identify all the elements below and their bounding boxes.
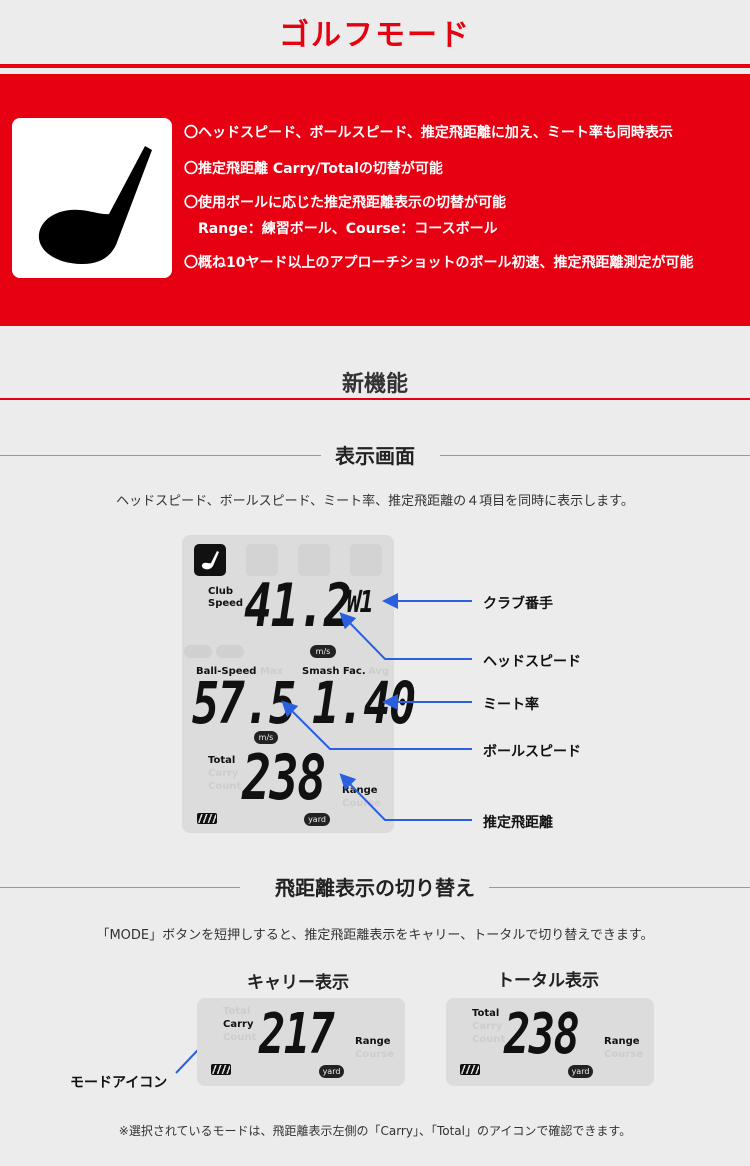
callout-distance: 推定飛距離	[483, 815, 553, 831]
battery-icon	[460, 1064, 480, 1075]
range-label: Range	[604, 1036, 640, 1047]
arrow-distance	[339, 773, 472, 821]
count-label: Count	[472, 1034, 506, 1045]
subsection-distance-switch: 飛距離表示の切り替え	[0, 872, 750, 902]
callout-mode-icon: モードアイコン	[70, 1075, 168, 1091]
arrow-ball-speed	[281, 700, 472, 750]
arrow-head-speed	[339, 612, 472, 660]
carry-panel-title: キャリー表示	[247, 973, 349, 993]
total-label: Total	[472, 1008, 500, 1019]
carry-label: Carry	[223, 1019, 254, 1030]
course-label: Course	[355, 1049, 394, 1060]
carry-label: Carry	[472, 1021, 503, 1032]
battery-icon	[211, 1064, 231, 1075]
callout-smash: ミート率	[483, 697, 539, 713]
total-lcd-panel: Total Carry Count 238 Range Course yard	[446, 998, 654, 1086]
unit-yard-pill: yard	[568, 1065, 593, 1078]
carry-distance-value: 217	[259, 1002, 335, 1067]
footnote: ※選択されているモードは、飛距離表示左側の「Carry」、「Total」のアイコ…	[118, 1124, 632, 1138]
total-label: Total	[223, 1006, 251, 1017]
callout-head-speed: ヘッドスピード	[483, 654, 581, 670]
total-panel-title: トータル表示	[497, 971, 599, 991]
subsection-heading: 飛距離表示の切り替え	[261, 876, 489, 900]
callout-club-number: クラブ番手	[483, 596, 553, 612]
callout-ball-speed: ボールスピード	[483, 744, 581, 760]
unit-yard-pill: yard	[319, 1065, 344, 1078]
carry-lcd-panel: Total Carry Count 217 Range Course yard	[197, 998, 405, 1086]
total-distance-value: 238	[504, 1002, 580, 1067]
count-label: Count	[223, 1032, 257, 1043]
course-label: Course	[604, 1049, 643, 1060]
range-label: Range	[355, 1036, 391, 1047]
switch-description: 「MODE」ボタンを短押しすると、推定飛距離表示をキャリー、トータルで切り替えで…	[96, 928, 654, 943]
